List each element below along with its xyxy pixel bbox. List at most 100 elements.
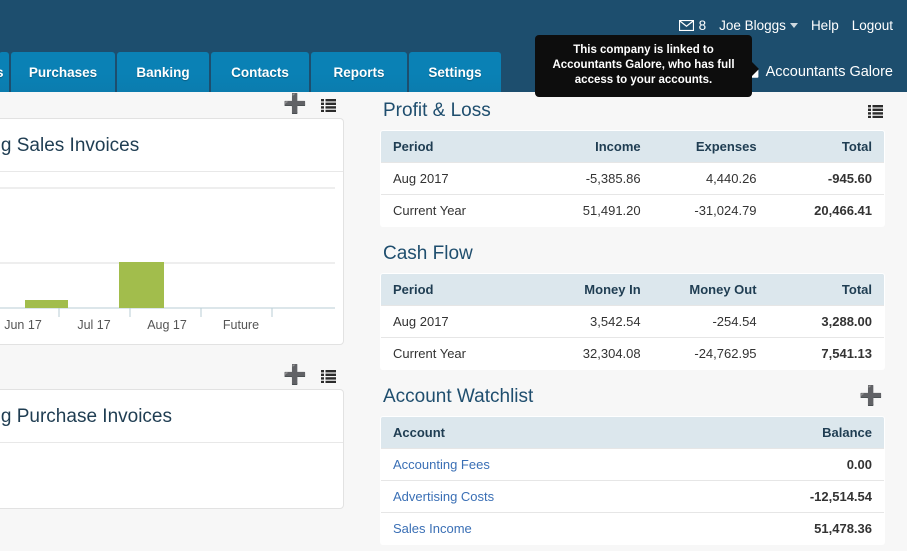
table-row[interactable]: Current Year 51,491.20 -31,024.79 20,466… [381, 194, 884, 226]
table-header-row: Period Income Expenses Total [381, 131, 884, 163]
cell-period: Aug 2017 [381, 305, 537, 338]
message-count: 8 [698, 18, 707, 33]
purchase-invoices-toolbar: ➕ [0, 363, 344, 389]
plus-icon[interactable]: ➕ [283, 95, 307, 114]
user-menu[interactable]: Joe Bloggs [719, 18, 798, 33]
col-money-out: Money Out [652, 274, 769, 306]
top-header-bar: 8 Joe Bloggs Help Logout [0, 0, 907, 52]
table-header-row: Period Money In Money Out Total [381, 274, 884, 306]
bar-chart-svg: May 17 Jun 17 Jul 17 Aug 17 Future [0, 187, 335, 332]
col-period: Period [381, 131, 537, 163]
plus-icon[interactable]: ➕ [283, 366, 307, 385]
purchase-invoices-card: Outstanding Purchase Invoices [0, 389, 344, 509]
account-watchlist-header: Account Watchlist ➕ [380, 378, 885, 416]
col-total: Total [768, 274, 884, 306]
cell-period: Current Year [381, 337, 537, 369]
svg-text:Future: Future [223, 318, 259, 332]
accountants-link[interactable]: Accountants Galore [742, 52, 899, 92]
dashboard-content: ➕ Outstanding Sales Invoices [0, 92, 907, 545]
envelope-icon [678, 20, 694, 31]
cash-flow-table: Period Money In Money Out Total Aug 2017… [380, 273, 885, 370]
account-link[interactable]: Advertising Costs [393, 489, 494, 504]
table-row[interactable]: Current Year 32,304.08 -24,762.95 7,541.… [381, 337, 884, 369]
cell-account: Advertising Costs [381, 480, 693, 513]
col-balance: Balance [692, 417, 884, 449]
sales-invoices-title: Outstanding Sales Invoices [0, 119, 343, 172]
table-row[interactable]: Aug 2017 -5,385.86 4,440.26 -945.60 [381, 162, 884, 195]
header-right-group: 8 Joe Bloggs Help Logout [678, 18, 893, 33]
account-link[interactable]: Accounting Fees [393, 457, 490, 472]
cell-total: 3,288.00 [768, 305, 884, 338]
nav-tab-reports[interactable]: Reports [311, 52, 407, 92]
account-watchlist-table: Account Balance Accounting Fees 0.00 Adv… [380, 416, 885, 545]
cell-money-out: -254.54 [652, 305, 769, 338]
plus-icon[interactable]: ➕ [859, 387, 883, 406]
profit-loss-title: Profit & Loss [383, 100, 491, 121]
nav-tab-reports-label: Reports [333, 64, 385, 80]
cell-expenses: -31,024.79 [652, 194, 769, 226]
cell-expenses: 4,440.26 [652, 162, 769, 195]
messages-link[interactable]: 8 [678, 18, 707, 33]
col-account: Account [381, 417, 693, 449]
right-column: Profit & Loss Period Income Expenses Tot… [380, 92, 885, 551]
cash-flow-title: Cash Flow [383, 243, 473, 264]
cell-balance: 0.00 [692, 448, 884, 481]
bar-jun-17 [25, 300, 68, 308]
sales-invoices-chart: May 17 Jun 17 Jul 17 Aug 17 Future [0, 172, 343, 344]
table-header-row: Account Balance [381, 417, 884, 449]
cell-money-in: 32,304.08 [536, 337, 653, 369]
chevron-down-icon [789, 23, 798, 28]
cell-balance: 51,478.36 [692, 512, 884, 544]
profit-loss-table: Period Income Expenses Total Aug 2017 -5… [380, 130, 885, 227]
cell-income: 51,491.20 [536, 194, 653, 226]
list-icon[interactable] [321, 98, 336, 112]
cell-period: Aug 2017 [381, 162, 537, 195]
nav-tab-banking[interactable]: Banking [117, 52, 209, 92]
profit-loss-section: Profit & Loss Period Income Expenses Tot… [380, 92, 885, 227]
table-row[interactable]: Accounting Fees 0.00 [381, 448, 884, 481]
cell-account: Accounting Fees [381, 448, 693, 481]
nav-tab-purchases[interactable]: Purchases [11, 52, 115, 92]
list-icon[interactable] [321, 369, 336, 383]
col-money-in: Money In [536, 274, 653, 306]
profit-loss-header: Profit & Loss [380, 92, 885, 130]
nav-tab-settings[interactable]: Settings [409, 52, 501, 92]
cell-account: Sales Income [381, 512, 693, 544]
user-name-label: Joe Bloggs [719, 18, 786, 33]
cell-period: Current Year [381, 194, 537, 226]
table-row[interactable]: Sales Income 51,478.36 [381, 512, 884, 544]
col-period: Period [381, 274, 537, 306]
list-icon[interactable] [868, 104, 883, 118]
account-link[interactable]: Sales Income [393, 521, 472, 536]
account-watchlist-title: Account Watchlist [383, 386, 534, 407]
sales-invoices-toolbar: ➕ [0, 92, 344, 118]
cell-balance: -12,514.54 [692, 480, 884, 513]
nav-tab-sales[interactable]: s [0, 52, 9, 92]
cell-money-out: -24,762.95 [652, 337, 769, 369]
purchase-invoices-title: Outstanding Purchase Invoices [0, 390, 343, 443]
account-watchlist-section: Account Watchlist ➕ Account Balance Acco… [380, 378, 885, 545]
nav-tab-contacts-label: Contacts [231, 64, 289, 80]
col-total: Total [768, 131, 884, 163]
help-link[interactable]: Help [811, 18, 839, 33]
svg-text:Jun 17: Jun 17 [4, 318, 42, 332]
svg-text:Aug 17: Aug 17 [147, 318, 187, 332]
svg-text:Jul 17: Jul 17 [77, 318, 110, 332]
accountants-label: Accountants Galore [765, 64, 893, 80]
nav-tab-sales-label: s [0, 65, 4, 80]
cell-total: -945.60 [768, 162, 884, 195]
nav-tab-contacts[interactable]: Contacts [211, 52, 309, 92]
cell-total: 7,541.13 [768, 337, 884, 369]
logout-link[interactable]: Logout [852, 18, 893, 33]
cell-total: 20,466.41 [768, 194, 884, 226]
nav-tab-settings-label: Settings [428, 64, 482, 80]
cell-income: -5,385.86 [536, 162, 653, 195]
col-expenses: Expenses [652, 131, 769, 163]
table-row[interactable]: Aug 2017 3,542.54 -254.54 3,288.00 [381, 305, 884, 338]
col-income: Income [536, 131, 653, 163]
cell-money-in: 3,542.54 [536, 305, 653, 338]
sales-invoices-card: Outstanding Sales Invoices [0, 118, 344, 345]
nav-tab-purchases-label: Purchases [28, 64, 98, 80]
table-row[interactable]: Advertising Costs -12,514.54 [381, 480, 884, 513]
left-column: ➕ Outstanding Sales Invoices [0, 92, 344, 509]
